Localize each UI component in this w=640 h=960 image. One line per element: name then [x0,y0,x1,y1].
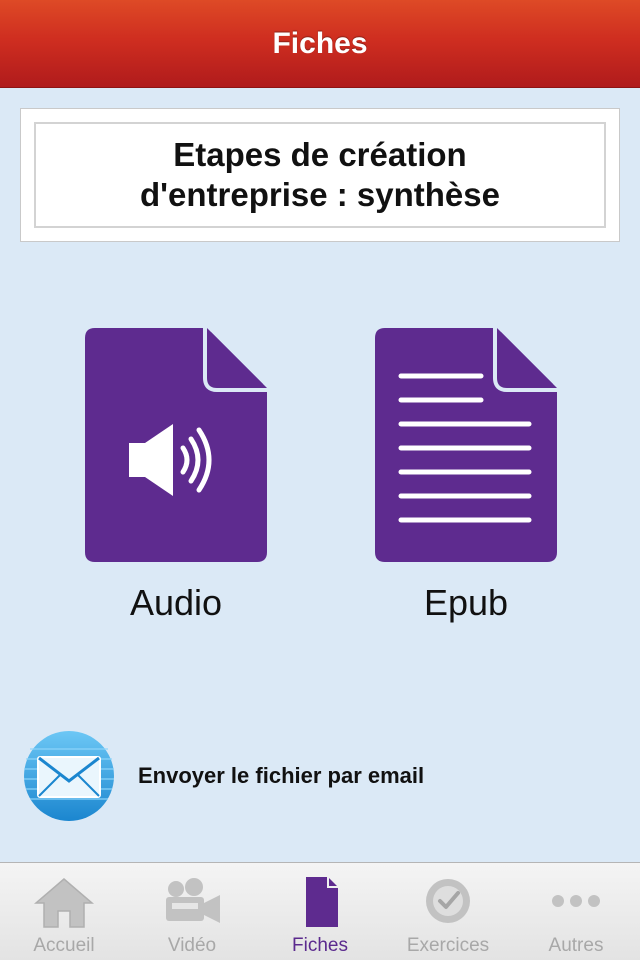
document-icon [306,877,338,927]
document-title-frame: Etapes de création d'entreprise : synthè… [34,122,606,228]
audio-file-button[interactable]: Audio [76,328,276,624]
tab-autres[interactable]: Autres [512,863,640,960]
tab-label-fiches: Fiches [292,935,348,956]
checkmark-badge-icon [426,879,470,923]
epub-label: Epub [423,582,509,623]
tab-label-accueil: Accueil [33,935,95,956]
tab-label-autres: Autres [548,935,604,956]
nav-bar: Fiches [0,0,640,88]
tab-fiches[interactable]: Fiches [256,863,384,960]
tab-bar: Accueil Vidéo Fiches Exercices Autres [0,862,640,960]
tab-label-exercices: Exercices [406,935,490,956]
audio-label: Audio [129,582,223,623]
audio-file-icon [85,328,267,562]
document-file-icon [375,328,557,562]
tab-video[interactable]: Vidéo [128,863,256,960]
document-title-card: Etapes de création d'entreprise : synthè… [20,108,620,242]
home-icon [33,878,95,928]
envelope-icon [24,731,114,821]
tab-exercices[interactable]: Exercices [384,863,512,960]
page-title: Fiches [272,26,368,60]
more-icon [552,895,600,907]
epub-file-button[interactable]: Epub [366,328,566,624]
tab-label-video: Vidéo [167,935,217,956]
send-email-button[interactable]: Envoyer le fichier par email [22,728,522,824]
send-email-label: Envoyer le fichier par email [138,763,425,788]
document-title: Etapes de création d'entreprise : synthè… [140,136,500,213]
tab-accueil[interactable]: Accueil [0,863,128,960]
video-camera-icon [166,878,220,923]
